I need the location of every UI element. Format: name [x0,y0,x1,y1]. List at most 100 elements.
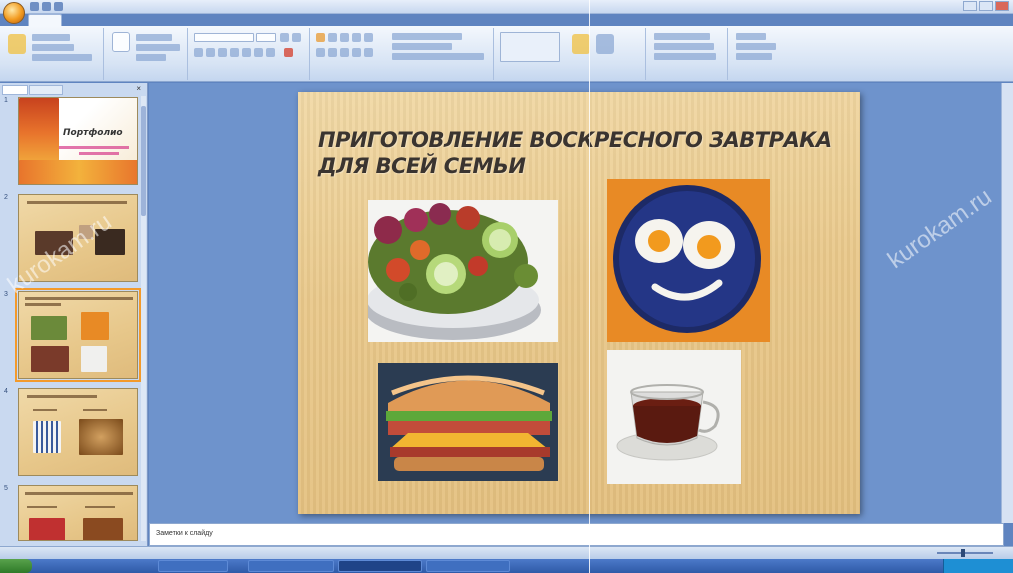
minimize-button[interactable] [963,1,977,11]
shape-outline-button[interactable] [654,43,714,50]
new-slide-icon[interactable] [112,32,130,52]
convert-to-smartart-button[interactable] [392,53,484,60]
bullets-icon[interactable] [316,33,325,42]
grow-font-icon[interactable] [280,33,289,42]
fried-eggs-photo[interactable] [607,179,770,342]
tab-slides[interactable] [2,85,28,95]
quick-styles-icon[interactable] [596,34,614,54]
copy-button[interactable] [32,44,74,51]
taskbar-item-powerpoint[interactable] [338,560,422,572]
align-right-icon[interactable] [340,48,349,57]
tab-review[interactable] [228,14,286,26]
thumbnail-title [25,492,133,495]
ribbon [0,26,1013,82]
arrange-icon[interactable] [572,34,590,54]
system-tray [943,559,1013,573]
thumbnail-title [27,395,97,398]
slide-title-line-1: ПРИГОТОВЛЕНИЕ ВОСКРЕСНОГО ЗАВТРАКА [318,128,832,152]
shape-effects-button[interactable] [654,53,716,60]
numbering-icon[interactable] [328,33,337,42]
notes-placeholder: Заметки к слайду [156,530,213,537]
columns-icon[interactable] [364,48,373,57]
title-bar [0,0,1013,14]
bold-icon[interactable] [194,48,203,57]
tab-view[interactable] [288,14,310,26]
thumbnail-title [27,201,127,204]
shrink-font-icon[interactable] [292,33,301,42]
delete-slide-button[interactable] [136,54,166,61]
slide-canvas[interactable]: ПРИГОТОВЛЕНИЕ ВОСКРЕСНОГО ЗАВТРАКА ДЛЯ В… [298,92,860,514]
thumbnail-image [33,421,61,453]
taskbar [0,559,1013,573]
redo-icon[interactable] [54,2,63,11]
increase-indent-icon[interactable] [352,33,361,42]
zoom-slider[interactable] [927,549,1007,557]
tab-home[interactable] [28,14,62,26]
tab-design[interactable] [96,14,130,26]
cut-button[interactable] [32,34,70,41]
thumbnail-subtitle [79,152,119,155]
shadow-icon[interactable] [242,48,251,57]
close-icon[interactable] [995,1,1009,11]
sandwich-photo[interactable] [378,363,558,481]
justify-icon[interactable] [352,48,361,57]
taskbar-item[interactable] [158,560,228,572]
align-text-button[interactable] [392,43,452,50]
tab-outline[interactable] [29,85,63,95]
italic-icon[interactable] [206,48,215,57]
workspace-scrollbar[interactable] [1001,83,1013,523]
panel-tabs [2,85,63,95]
find-button[interactable] [736,33,766,40]
paste-icon[interactable] [8,34,26,54]
slide-thumbnail-5[interactable] [18,485,138,541]
undo-icon[interactable] [42,2,51,11]
notes-pane[interactable]: Заметки к слайду [149,523,1004,546]
thumbnail-title [25,303,61,306]
format-painter-button[interactable] [32,54,92,61]
decrease-indent-icon[interactable] [340,33,349,42]
thumbnail-image [83,518,123,540]
slide-number: 1 [4,97,8,104]
thumbnail-image [29,518,65,540]
layout-button[interactable] [136,34,172,41]
align-center-icon[interactable] [328,48,337,57]
slide-thumbnail-4[interactable] [18,388,138,476]
text-direction-button[interactable] [392,33,462,40]
change-case-icon[interactable] [266,48,275,57]
slide-title[interactable]: ПРИГОТОВЛЕНИЕ ВОСКРЕСНОГО ЗАВТРАКА ДЛЯ В… [318,127,838,179]
slide-thumbnail-1[interactable]: Портфолио [18,97,138,185]
font-color-icon[interactable] [284,48,293,57]
tab-insert[interactable] [64,14,94,26]
shape-fill-button[interactable] [654,33,710,40]
underline-icon[interactable] [218,48,227,57]
taskbar-item[interactable] [248,560,334,572]
slides-panel: × 1 Портфолио 2 3 4 5 [0,83,148,546]
slide-thumbnail-3[interactable] [15,288,141,382]
select-button[interactable] [736,53,772,60]
reset-button[interactable] [136,44,180,51]
shapes-gallery[interactable] [500,32,560,62]
close-panel-icon[interactable]: × [136,85,141,93]
thumbnail-text [83,409,107,411]
quick-access-toolbar [30,2,63,11]
tea-cup-photo[interactable] [607,350,741,484]
maximize-button[interactable] [979,1,993,11]
taskbar-item[interactable] [426,560,510,572]
office-button-icon[interactable] [3,2,25,24]
tab-animations[interactable] [132,14,172,26]
thumbnail-image [79,419,123,455]
spacing-icon[interactable] [254,48,263,57]
panel-scrollbar[interactable] [141,96,146,541]
eggs-thumbnail [81,312,109,340]
start-icon[interactable] [0,559,32,573]
font-size-select[interactable] [256,33,276,42]
line-spacing-icon[interactable] [364,33,373,42]
align-left-icon[interactable] [316,48,325,57]
sandwich-thumbnail [31,346,69,372]
replace-button[interactable] [736,43,776,50]
save-icon[interactable] [30,2,39,11]
tab-slide-show[interactable] [174,14,226,26]
salad-photo[interactable] [368,200,558,342]
strikethrough-icon[interactable] [230,48,239,57]
font-name-select[interactable] [194,33,254,42]
